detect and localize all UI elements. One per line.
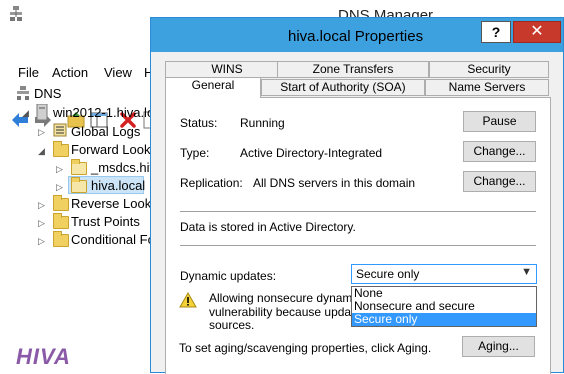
expand-arrow-icon[interactable]: ▷: [38, 236, 46, 246]
type-value: Active Directory-Integrated: [240, 146, 383, 160]
tree-item-conditional-forwarders[interactable]: Conditional Fo: [71, 232, 155, 247]
dynamic-updates-selected-value: Secure only: [356, 267, 420, 281]
aging-button[interactable]: Aging...: [462, 336, 535, 357]
pause-button[interactable]: Pause: [463, 111, 536, 132]
dialog-title: hiva.local Properties: [288, 28, 424, 45]
folder-icon: [53, 231, 69, 247]
toolbar: [0, 54, 157, 129]
dns-root-icon: [17, 86, 29, 100]
separator: [180, 211, 536, 212]
warning-text-line-3: sources.: [209, 318, 255, 332]
tab-general[interactable]: General: [165, 77, 261, 98]
logs-icon: [53, 123, 67, 137]
close-button[interactable]: ✕: [513, 21, 561, 43]
warning-text-line-1: Allowing nonsecure dynamic u: [209, 291, 372, 305]
collapse-arrow-icon[interactable]: ◢: [38, 146, 46, 156]
tree-item-forward-lookup[interactable]: Forward Looku: [71, 142, 158, 157]
collapse-arrow-icon[interactable]: ◢: [22, 108, 30, 118]
general-tab-page: Status: Running Pause Type: Active Direc…: [165, 97, 551, 374]
tree-item-msdcs[interactable]: _msdcs.hiv: [91, 160, 156, 175]
replication-change-button[interactable]: Change...: [463, 171, 536, 192]
chevron-down-icon[interactable]: ▼: [521, 266, 532, 278]
tab-wins[interactable]: WINS: [165, 61, 289, 78]
menu-bar: File Action View H: [0, 30, 153, 80]
folder-icon: [53, 213, 69, 229]
expand-arrow-icon[interactable]: ▷: [56, 164, 64, 174]
status-value: Running: [240, 116, 285, 130]
tree-item-global-logs[interactable]: Global Logs: [71, 124, 140, 139]
tab-zone-transfers[interactable]: Zone Transfers: [277, 61, 429, 78]
tree-item-dns[interactable]: DNS: [34, 86, 61, 101]
storage-text: Data is stored in Active Directory.: [180, 220, 356, 234]
expand-arrow-icon[interactable]: ▷: [38, 127, 46, 137]
option-secure-only[interactable]: Secure only: [352, 313, 536, 326]
zone-folder-icon: [71, 159, 87, 175]
help-button[interactable]: ?: [481, 21, 511, 43]
status-label: Status:: [180, 116, 218, 130]
tree-item-hiva-local[interactable]: hiva.local: [91, 178, 145, 193]
tab-security[interactable]: Security: [429, 61, 549, 78]
aging-text: To set aging/scavenging properties, clic…: [179, 341, 432, 355]
warning-icon: [179, 292, 197, 308]
dynamic-updates-dropdown-list: None Nonsecure and secure Secure only: [351, 286, 537, 327]
server-icon: [36, 104, 48, 120]
replication-label: Replication:: [180, 176, 243, 190]
tree-item-trust-points[interactable]: Trust Points: [71, 214, 140, 229]
expand-arrow-icon[interactable]: ▷: [38, 218, 46, 228]
replication-value: All DNS servers in this domain: [253, 176, 416, 190]
console-tree: DNS ◢ win2012-1.hiva.loc ▷ Global Logs ◢…: [0, 82, 166, 282]
warning-text-line-2: vulnerability because updates: [209, 305, 368, 319]
hiva-logo: HIVA: [16, 344, 71, 369]
dns-manager-icon: [10, 6, 22, 21]
type-change-button[interactable]: Change...: [463, 141, 536, 162]
folder-icon: [53, 195, 69, 211]
expand-arrow-icon[interactable]: ▷: [56, 182, 64, 192]
expand-arrow-icon[interactable]: ▷: [38, 200, 46, 210]
tree-item-server[interactable]: win2012-1.hiva.loc: [53, 105, 161, 120]
tab-soa[interactable]: Start of Authority (SOA): [261, 79, 425, 96]
dynamic-updates-label: Dynamic updates:: [180, 269, 277, 283]
dynamic-updates-select[interactable]: Secure only ▼: [351, 264, 537, 284]
type-label: Type:: [180, 146, 210, 160]
tab-name-servers[interactable]: Name Servers: [425, 79, 549, 96]
dialog-titlebar[interactable]: hiva.local Properties ? ✕: [151, 18, 563, 52]
zone-properties-dialog: hiva.local Properties ? ✕ WINS Zone Tran…: [150, 17, 564, 374]
separator: [180, 245, 536, 246]
zone-folder-icon: [71, 177, 87, 193]
folder-icon: [53, 141, 69, 157]
